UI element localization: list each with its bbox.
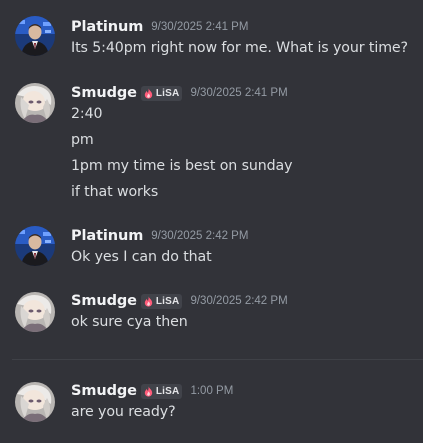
flame-icon <box>144 87 153 99</box>
message-text: pm <box>71 132 94 148</box>
message-header: Platinum 9/30/2025 2:41 PM <box>71 17 248 37</box>
guild-tag[interactable]: LiSA <box>140 383 183 399</box>
timestamp[interactable]: 9/30/2025 2:42 PM <box>151 230 248 242</box>
guild-tag-label: LiSA <box>155 295 180 307</box>
flame-icon <box>144 295 153 307</box>
message-text: are you ready? <box>71 404 176 420</box>
message-text: Ok yes I can do that <box>71 249 212 265</box>
message-text: 2:40 <box>71 106 103 122</box>
username[interactable]: Platinum <box>71 228 143 244</box>
username[interactable]: Smudge <box>71 383 137 399</box>
message-text: Its 5:40pm right now for me. What is you… <box>71 40 408 56</box>
message-text: if that works <box>71 184 159 200</box>
message-divider <box>12 359 423 360</box>
username[interactable]: Smudge <box>71 85 137 101</box>
guild-tag[interactable]: LiSA <box>140 293 183 309</box>
timestamp[interactable]: 9/30/2025 2:42 PM <box>190 295 287 307</box>
message-text: ok sure cya then <box>71 314 188 330</box>
platinum-avatar[interactable] <box>15 226 55 266</box>
message-header: Smudge LiSA 9/30/2025 2:42 PM <box>71 291 288 311</box>
message-header: Smudge LiSA 9/30/2025 2:41 PM <box>71 83 288 103</box>
platinum-avatar[interactable] <box>15 16 55 56</box>
username[interactable]: Smudge <box>71 293 137 309</box>
timestamp[interactable]: 9/30/2025 2:41 PM <box>190 87 287 99</box>
message-header: Platinum 9/30/2025 2:42 PM <box>71 226 248 246</box>
smudge-avatar[interactable] <box>15 382 55 422</box>
message-header: Smudge LiSA 1:00 PM <box>71 381 233 401</box>
smudge-avatar[interactable] <box>15 83 55 123</box>
username[interactable]: Platinum <box>71 19 143 35</box>
guild-tag-label: LiSA <box>155 87 180 99</box>
message-text: 1pm my time is best on sunday <box>71 158 293 174</box>
timestamp[interactable]: 1:00 PM <box>190 385 233 397</box>
flame-icon <box>144 385 153 397</box>
smudge-avatar[interactable] <box>15 292 55 332</box>
guild-tag-label: LiSA <box>155 385 180 397</box>
timestamp[interactable]: 9/30/2025 2:41 PM <box>151 21 248 33</box>
guild-tag[interactable]: LiSA <box>140 85 183 101</box>
